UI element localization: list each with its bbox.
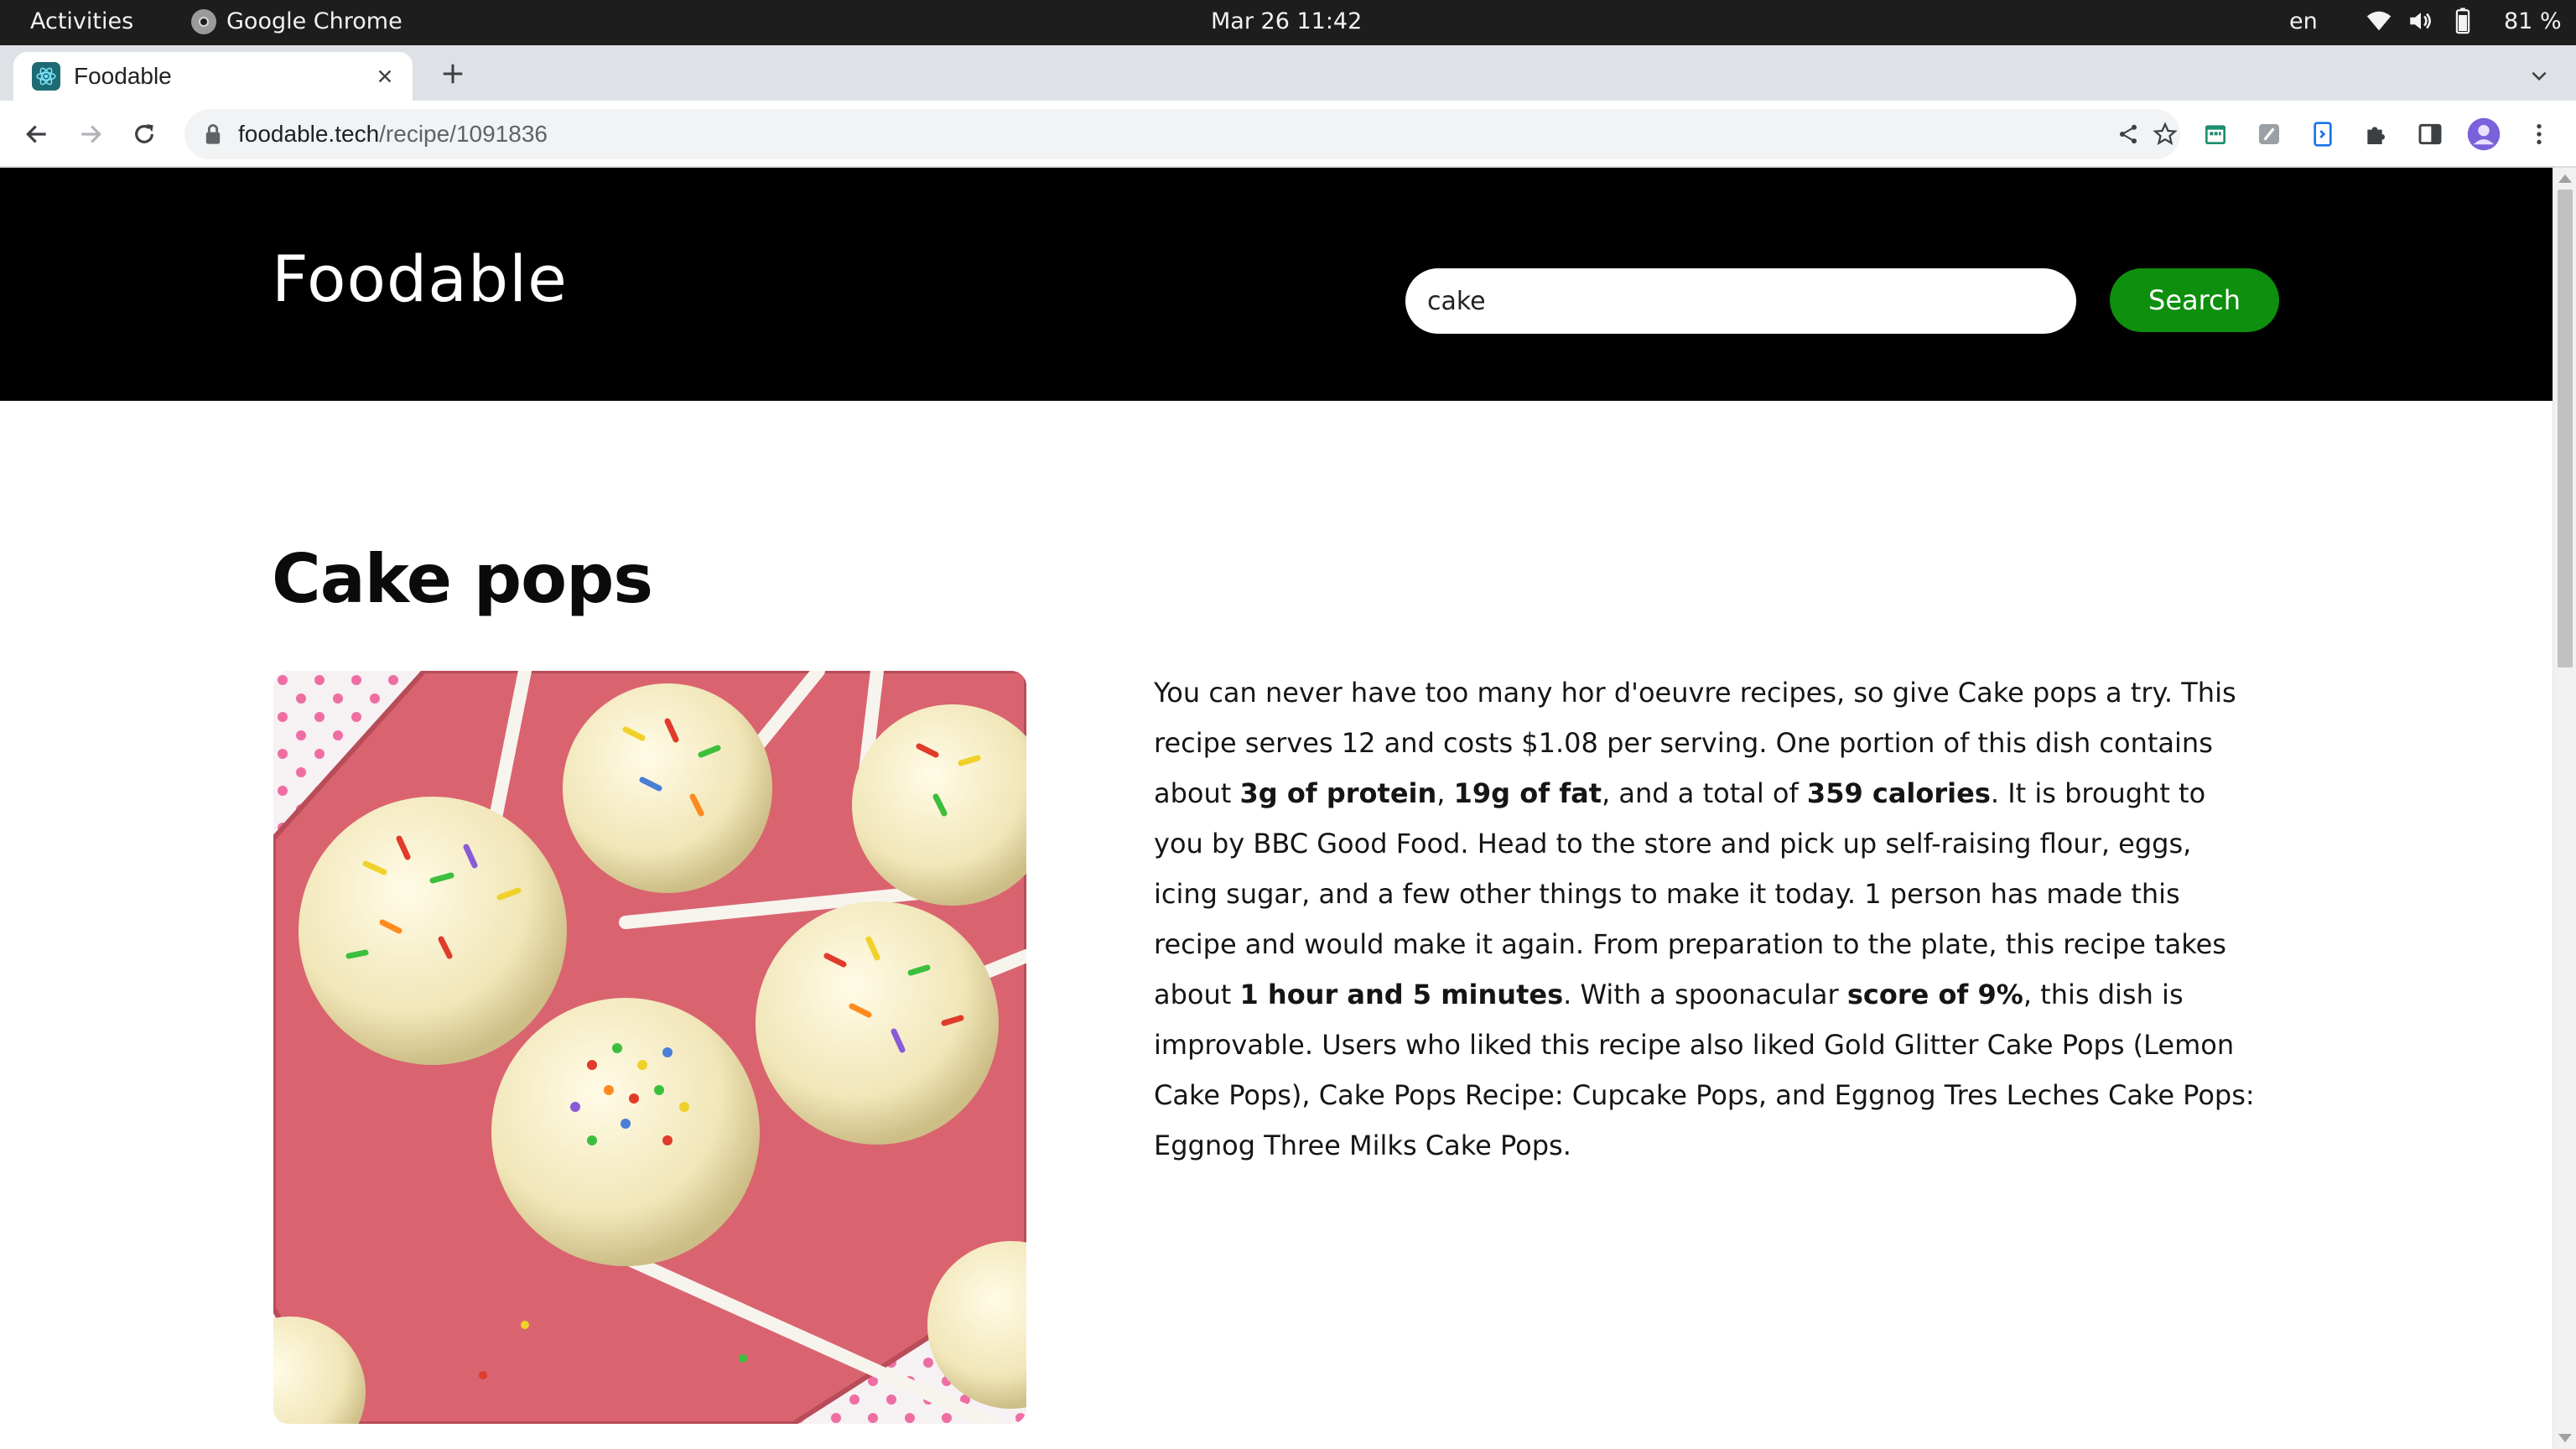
desc-sep: , <box>1436 777 1454 809</box>
tab-foodable[interactable]: Foodable <box>13 52 413 101</box>
clock[interactable]: Mar 26 11:42 <box>1211 8 1362 34</box>
battery-percentage: 81 % <box>2504 8 2562 34</box>
recipe-title: Cake pops <box>272 540 653 618</box>
url-path: /recipe/1091836 <box>379 121 548 147</box>
recipe-image <box>273 671 1026 1424</box>
search-input[interactable] <box>1405 268 2076 334</box>
language-indicator[interactable]: en <box>2289 8 2318 34</box>
tab-strip: Foodable <box>0 45 2576 101</box>
calendar-extension-icon[interactable] <box>2197 116 2234 153</box>
cook-time: 1 hour and 5 minutes <box>1239 979 1564 1010</box>
url-text[interactable]: foodable.tech/recipe/1091836 <box>238 121 548 148</box>
desc-part-4: . With a spoonacular <box>1563 979 1847 1010</box>
protein-amount: 3g of protein <box>1239 777 1437 809</box>
tab-search-chevron-icon[interactable] <box>2522 59 2556 92</box>
browser-toolbar: foodable.tech/recipe/1091836 <box>0 101 2576 168</box>
tab-title: Foodable <box>74 63 172 89</box>
activities-button[interactable]: Activities <box>30 8 133 34</box>
profile-avatar-icon[interactable] <box>2465 116 2502 153</box>
recipe-description: You can never have too many hor d'oeuvre… <box>1154 667 2261 1171</box>
address-bar[interactable]: foodable.tech/recipe/1091836 <box>184 109 2180 159</box>
site-logo[interactable]: Foodable <box>272 242 568 316</box>
back-arrow-icon[interactable] <box>17 114 57 154</box>
url-domain: foodable.tech <box>238 121 380 147</box>
system-top-bar: Activities Google Chrome Mar 26 11:42 en… <box>0 0 2576 45</box>
share-icon[interactable] <box>2113 119 2143 149</box>
close-tab-icon[interactable] <box>371 62 399 91</box>
fat-amount: 19g of fat <box>1453 777 1602 809</box>
lock-icon[interactable] <box>203 122 223 150</box>
new-tab-icon[interactable] <box>436 57 470 91</box>
wifi-icon <box>2366 11 2392 31</box>
site-header: Foodable Search <box>0 168 2553 401</box>
chrome-icon <box>191 8 216 34</box>
document-extension-icon[interactable] <box>2304 116 2341 153</box>
forward-arrow-icon[interactable] <box>70 114 111 154</box>
side-panel-icon[interactable] <box>2412 116 2449 153</box>
scroll-down-arrow-icon[interactable] <box>2558 1434 2572 1442</box>
reload-icon[interactable] <box>124 114 164 154</box>
volume-icon <box>2410 13 2431 29</box>
app-name: Google Chrome <box>226 8 402 34</box>
page-viewport: Foodable Search Cake pops <box>0 168 2553 1449</box>
battery-icon <box>2455 8 2470 34</box>
extensions-puzzle-icon[interactable] <box>2358 116 2395 153</box>
search-button[interactable]: Search <box>2110 268 2279 332</box>
bookmark-star-icon[interactable] <box>2150 119 2180 149</box>
app-menu[interactable]: Google Chrome <box>191 8 402 34</box>
slash-extension-icon[interactable] <box>2251 116 2288 153</box>
react-favicon-icon <box>32 62 60 91</box>
scrollbar-thumb[interactable] <box>2558 190 2573 667</box>
kebab-menu-icon[interactable] <box>2521 116 2558 153</box>
calorie-count: 359 calories <box>1806 777 1991 809</box>
system-status-icons[interactable] <box>2365 7 2477 35</box>
scroll-up-arrow-icon[interactable] <box>2558 174 2572 183</box>
desc-part-3: . It is brought to you by BBC Good Food.… <box>1154 777 2226 1010</box>
desc-part-2: , and a total of <box>1602 777 1807 809</box>
spoonacular-score: score of 9% <box>1846 979 2023 1010</box>
page-scrollbar[interactable] <box>2553 168 2576 1449</box>
